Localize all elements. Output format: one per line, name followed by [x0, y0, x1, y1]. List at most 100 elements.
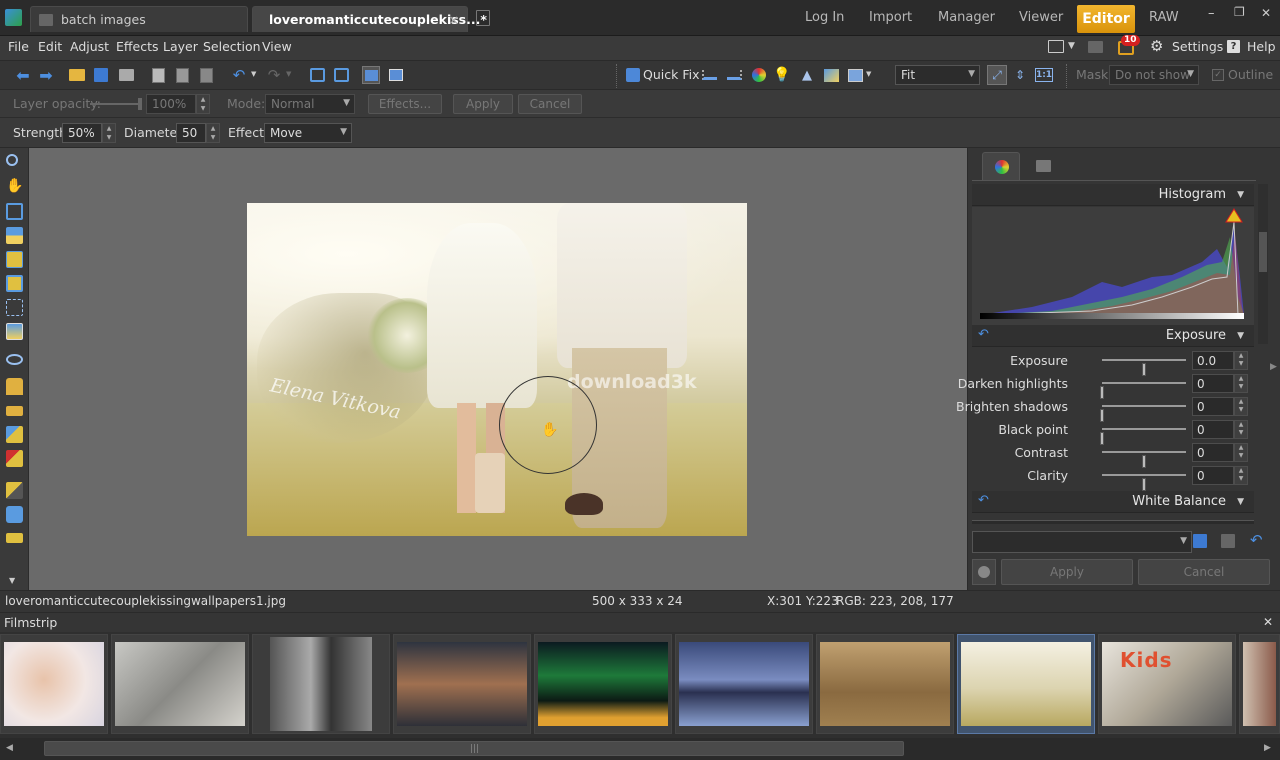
strength-field[interactable]: 50%: [62, 123, 102, 143]
menu-adjust[interactable]: Adjust: [70, 39, 109, 54]
photo-effect-icon[interactable]: [822, 66, 840, 84]
pen-tool-icon[interactable]: [6, 482, 23, 499]
filmstrip-thumb[interactable]: [252, 634, 390, 734]
filmstrip-thumb[interactable]: [534, 634, 672, 734]
reset-white-balance-icon[interactable]: ↶: [978, 493, 989, 508]
filmstrip-close-icon[interactable]: ✕: [1263, 615, 1273, 629]
diameter-spinner[interactable]: ▲ ▼: [206, 123, 220, 143]
perspective-tool-icon[interactable]: [6, 251, 23, 268]
liquify-tool-icon[interactable]: [6, 323, 23, 340]
crop-tool-icon[interactable]: [6, 203, 23, 220]
paste-icon[interactable]: [173, 66, 191, 84]
tab-batch-images[interactable]: batch images: [30, 6, 248, 32]
preset-select[interactable]: ▼: [972, 531, 1192, 553]
batch-icon[interactable]: [846, 66, 864, 84]
scroll-left-arrow-icon[interactable]: ◀: [6, 743, 13, 753]
save-icon[interactable]: [92, 66, 110, 84]
filmstrip-thumb[interactable]: [1239, 634, 1280, 734]
value-spinner[interactable]: ▲ ▼: [1234, 443, 1248, 462]
quick-fix-button[interactable]: Quick Fix: [643, 67, 699, 82]
tab-current-image[interactable]: loveromanticcutecouplekiss...* ×: [252, 6, 487, 32]
clarity-value[interactable]: 0: [1192, 466, 1234, 485]
contrast-slider[interactable]: [1102, 451, 1186, 468]
menu-layer[interactable]: Layer: [163, 39, 198, 54]
undo-dropdown-icon[interactable]: ▼: [251, 70, 256, 78]
filmstrip-thumb[interactable]: [111, 634, 249, 734]
nav-raw[interactable]: RAW: [1149, 10, 1179, 25]
strength-spinner[interactable]: ▲ ▼: [102, 123, 116, 143]
zoom-select[interactable]: Fit ▼: [895, 65, 980, 85]
value-spinner[interactable]: ▲ ▼: [1234, 374, 1248, 393]
reset-exposure-icon[interactable]: ↶: [978, 327, 989, 342]
nav-editor[interactable]: Editor: [1077, 5, 1135, 33]
value-spinner[interactable]: ▲ ▼: [1234, 397, 1248, 416]
nav-log-in[interactable]: Log In: [805, 10, 844, 25]
tab-close-icon[interactable]: ×: [449, 12, 459, 27]
minimize-button[interactable]: –: [1208, 6, 1215, 21]
undo-preset-icon[interactable]: ↶: [1250, 531, 1263, 549]
fit-height-icon[interactable]: ⇕: [1011, 66, 1029, 84]
open-folder-icon[interactable]: [68, 66, 86, 84]
hand-tool-icon[interactable]: ✋: [6, 178, 23, 195]
clone-stamp-tool-icon[interactable]: [6, 378, 23, 395]
new-tab-button[interactable]: [476, 10, 490, 26]
healing-tool-icon[interactable]: [6, 450, 23, 467]
eraser-tool-icon[interactable]: [6, 533, 23, 543]
chevron-down-icon[interactable]: ▼: [1068, 41, 1075, 51]
black-point-slider[interactable]: [1100, 428, 1186, 445]
scroll-right-arrow-icon[interactable]: ▶: [1270, 362, 1277, 372]
filmstrip-thumb-selected[interactable]: [957, 634, 1095, 734]
histogram-header[interactable]: Histogram ▼: [972, 184, 1254, 206]
darken-highlights-slider[interactable]: [1100, 382, 1186, 399]
straighten-tool-icon[interactable]: [6, 227, 23, 244]
downloads-icon[interactable]: [1088, 41, 1103, 53]
color-adjust-icon[interactable]: [750, 66, 768, 84]
nav-import[interactable]: Import: [869, 10, 912, 25]
value-spinner[interactable]: ▲ ▼: [1234, 466, 1248, 485]
levels-icon[interactable]: [700, 66, 718, 84]
single-view-icon[interactable]: [362, 66, 380, 84]
repair-tool-icon[interactable]: [6, 406, 23, 416]
diameter-field[interactable]: 50: [176, 123, 206, 143]
save-preset-icon[interactable]: [1193, 534, 1207, 548]
scroll-right-arrow-icon[interactable]: ▶: [1264, 743, 1271, 753]
menu-effects[interactable]: Effects: [116, 39, 159, 54]
copy-icon[interactable]: [149, 66, 167, 84]
menu-view[interactable]: View: [262, 39, 292, 54]
forward-arrow-icon[interactable]: ➡: [37, 66, 55, 85]
effect-select[interactable]: Move ▼: [264, 123, 352, 143]
red-eye-tool-icon[interactable]: [6, 354, 23, 365]
clarity-slider[interactable]: [1102, 474, 1186, 491]
restore-button[interactable]: ❐: [1234, 5, 1245, 19]
value-spinner[interactable]: ▲ ▼: [1234, 351, 1248, 370]
exposure-slider[interactable]: [1102, 359, 1186, 376]
filmstrip-thumb[interactable]: [0, 634, 108, 734]
slider-thumb[interactable]: [1142, 478, 1146, 491]
scrollbar-thumb[interactable]: |||: [44, 741, 904, 756]
nav-manager[interactable]: Manager: [938, 10, 995, 25]
sharpen-icon[interactable]: ▲: [798, 66, 816, 84]
curves-icon[interactable]: [725, 66, 743, 84]
back-arrow-icon[interactable]: ⬅: [14, 66, 32, 85]
black-point-value[interactable]: 0: [1192, 420, 1234, 439]
panel-tab-batch[interactable]: [1024, 152, 1062, 180]
batch-dropdown-icon[interactable]: ▼: [866, 70, 871, 78]
menu-file[interactable]: File: [8, 39, 29, 54]
brighten-shadows-value[interactable]: 0: [1192, 397, 1234, 416]
resize-tool-icon[interactable]: [6, 275, 23, 292]
fill-tool-icon[interactable]: [6, 506, 23, 523]
rotate-right-icon[interactable]: [332, 66, 350, 84]
settings-link[interactable]: Settings: [1172, 39, 1223, 54]
nav-viewer[interactable]: Viewer: [1019, 10, 1063, 25]
help-icon[interactable]: ?: [1227, 40, 1240, 53]
brighten-shadows-slider[interactable]: [1100, 405, 1186, 422]
value-spinner[interactable]: ▲ ▼: [1234, 420, 1248, 439]
zoom-tool-icon[interactable]: [6, 154, 18, 166]
paste-special-icon[interactable]: [197, 66, 215, 84]
actual-size-icon[interactable]: 1:1: [1035, 68, 1053, 82]
selection-tool-icon[interactable]: [6, 299, 23, 316]
exposure-value[interactable]: 0.0: [1192, 351, 1234, 370]
histogram-scrollbar[interactable]: [1258, 184, 1268, 344]
contrast-value[interactable]: 0: [1192, 443, 1234, 462]
mask-toggle-icon[interactable]: [972, 559, 996, 585]
